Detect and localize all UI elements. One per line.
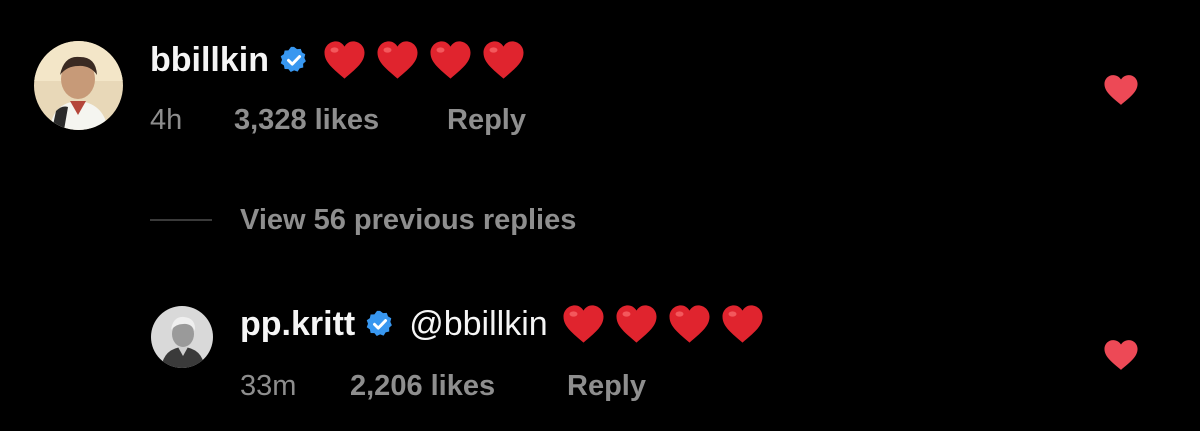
red-heart-emoji-icon	[669, 305, 710, 343]
comment-text	[562, 304, 764, 344]
red-heart-emoji-icon	[563, 305, 604, 343]
username[interactable]: pp.kritt	[240, 305, 355, 344]
heart-filled-icon	[1104, 75, 1138, 105]
view-replies-label: View 56 previous replies	[240, 203, 577, 236]
reply-button[interactable]: Reply	[567, 370, 646, 403]
replies-divider-line	[150, 219, 212, 221]
like-count-link[interactable]: 2,206 likes	[350, 370, 567, 403]
comment-author-line: pp.kritt @bbillkin	[240, 296, 764, 352]
red-heart-emoji-icon	[722, 305, 763, 343]
avatar[interactable]	[151, 306, 213, 368]
red-heart-emoji-icon	[324, 41, 365, 79]
like-button[interactable]	[1103, 339, 1139, 371]
verified-badge-icon	[279, 45, 309, 75]
red-heart-emoji-icon	[430, 41, 471, 79]
comment-meta: 33m 2,206 likes Reply	[240, 366, 646, 406]
red-heart-emoji-icon	[616, 305, 657, 343]
like-button[interactable]	[1103, 74, 1139, 106]
comment-meta: 4h 3,328 likes Reply	[150, 100, 526, 140]
mention-link[interactable]: @bbillkin	[409, 305, 547, 344]
avatar[interactable]	[34, 41, 123, 130]
verified-badge-icon	[365, 309, 395, 339]
red-heart-emoji-icon	[377, 41, 418, 79]
comment-time: 4h	[150, 103, 183, 136]
red-heart-emoji-icon	[483, 41, 524, 79]
like-count-link[interactable]: 3,328 likes	[234, 104, 447, 137]
comment-author-line: bbillkin	[150, 32, 525, 88]
comment-text	[323, 40, 525, 80]
reply-button[interactable]: Reply	[447, 104, 526, 137]
view-previous-replies-button[interactable]: View 56 previous replies	[150, 200, 576, 240]
username[interactable]: bbillkin	[150, 41, 269, 80]
heart-filled-icon	[1104, 340, 1138, 370]
comment-time: 33m	[240, 369, 297, 402]
